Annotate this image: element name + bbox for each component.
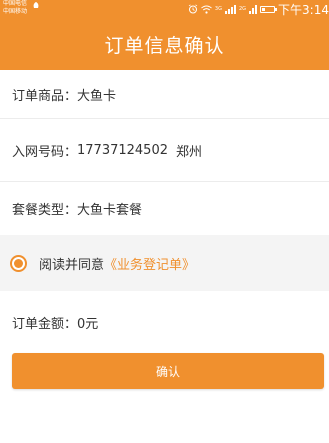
radio-selected-dot	[14, 258, 23, 268]
carrier-logo-icon	[33, 2, 39, 8]
carrier-label-1: 中国电信	[3, 0, 28, 7]
confirm-button[interactable]: 确认	[12, 353, 324, 389]
product-label: 订单商品：	[12, 88, 78, 104]
network-label-3g: 3G	[214, 5, 222, 12]
package-label: 套餐类型：	[12, 202, 78, 218]
order-package-row: 套餐类型： 大鱼卡套餐	[0, 182, 329, 234]
page-title: 订单信息确认	[0, 18, 329, 70]
alarm-icon	[188, 4, 198, 14]
agree-radio-button[interactable]	[10, 254, 27, 272]
product-value: 大鱼卡	[77, 88, 117, 104]
amount-value: 0元	[77, 316, 99, 332]
agreement-row[interactable]: 阅读并同意 《业务登记单》	[0, 235, 329, 291]
battery-icon	[260, 5, 278, 13]
signal-icon-secondary	[249, 4, 258, 14]
order-number-row: 入网号码： 17737124502 郑州	[0, 119, 329, 181]
battery-level	[262, 7, 266, 11]
number-label: 入网号码：	[12, 144, 78, 160]
carrier-label-2: 中国移动	[3, 8, 28, 15]
business-registration-link[interactable]: 《业务登记单》	[104, 254, 195, 273]
status-bar: 中国电信 中国移动 3G 2G 下午3:14	[0, 0, 329, 18]
wifi-icon	[201, 5, 212, 14]
order-amount-row: 订单金额： 0元	[0, 292, 329, 352]
number-value: 17737124502	[77, 142, 168, 158]
package-value: 大鱼卡套餐	[77, 202, 143, 218]
status-time: 下午3:14	[278, 2, 329, 17]
status-icons: 3G 2G 下午3:14	[188, 0, 329, 18]
order-product-row: 订单商品： 大鱼卡	[0, 70, 329, 118]
carrier-info: 中国电信 中国移动	[3, 0, 27, 16]
agree-text: 阅读并同意	[39, 257, 105, 273]
number-city: 郑州	[176, 144, 203, 160]
signal-icon	[224, 4, 236, 14]
amount-label: 订单金额：	[12, 316, 78, 332]
network-label-2g: 2G	[238, 5, 247, 12]
